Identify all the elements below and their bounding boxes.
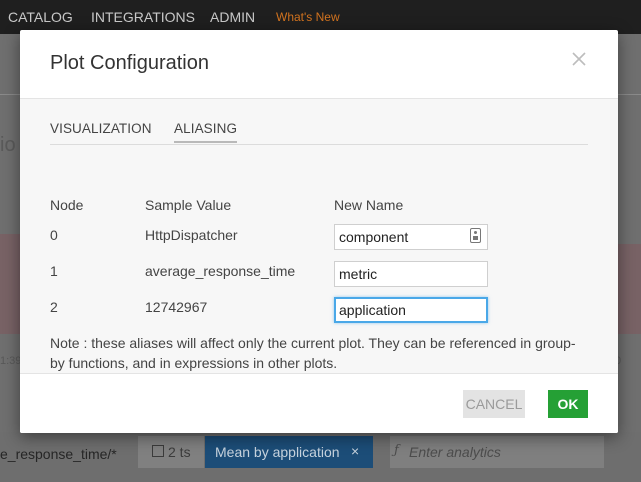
- aliasing-note: Note : these aliases will affect only th…: [50, 335, 576, 371]
- row-1-new-name-input[interactable]: [334, 261, 488, 287]
- tab-visualization[interactable]: VISUALIZATION: [50, 121, 152, 136]
- background-axis-label-left: 1:39: [0, 355, 22, 367]
- column-header-sample-value: Sample Value: [145, 197, 232, 213]
- plot-configuration-dialog: Plot Configuration VISUALIZATION ALIASIN…: [20, 30, 618, 433]
- analytics-input[interactable]: ƒ Enter analytics: [390, 436, 604, 468]
- query-bar: e_response_time/* 2 ts Mean by applicati…: [0, 432, 641, 482]
- analytics-placeholder: Enter analytics: [409, 444, 501, 460]
- timeseries-count-chip[interactable]: 2 ts: [138, 436, 204, 468]
- nav-admin[interactable]: ADMIN: [210, 0, 255, 34]
- row-2-node: 2: [50, 299, 58, 315]
- dialog-footer: CANCEL OK: [20, 373, 618, 433]
- timeseries-count: 2 ts: [168, 444, 191, 460]
- dialog-body: VISUALIZATION ALIASING Node Sample Value…: [20, 99, 618, 373]
- column-header-node: Node: [50, 197, 84, 213]
- close-icon[interactable]: [570, 50, 588, 68]
- background-chart-area-right: [615, 244, 641, 334]
- nav-whats-new[interactable]: What's New: [276, 0, 340, 34]
- dialog-header: Plot Configuration: [20, 30, 618, 99]
- row-1-sample-value: average_response_time: [145, 263, 296, 279]
- dialog-title: Plot Configuration: [50, 52, 209, 74]
- function-icon: ƒ: [394, 443, 399, 458]
- close-icon[interactable]: ×: [351, 443, 359, 459]
- nav-integrations[interactable]: INTEGRATIONS: [91, 0, 195, 34]
- row-0-node: 0: [50, 227, 58, 243]
- top-navigation-bar: CATALOG INTEGRATIONS ADMIN What's New: [0, 0, 641, 34]
- tab-aliasing[interactable]: ALIASING: [174, 121, 238, 143]
- row-2-new-name-input[interactable]: [334, 297, 488, 323]
- row-2-sample-value: 12742967: [145, 299, 208, 315]
- column-header-new-name: New Name: [334, 197, 404, 213]
- row-0-new-name-input[interactable]: [334, 224, 488, 250]
- nav-catalog[interactable]: CATALOG: [8, 0, 73, 34]
- analytics-chip-mean[interactable]: Mean by application ×: [205, 436, 373, 468]
- row-1-node: 1: [50, 263, 58, 279]
- background-chart-area-left: [0, 234, 20, 334]
- cancel-button[interactable]: CANCEL: [463, 390, 525, 418]
- contact-card-icon: [470, 228, 481, 243]
- list-icon: [152, 445, 164, 457]
- dialog-tabs: VISUALIZATION ALIASING: [50, 119, 588, 145]
- ok-button[interactable]: OK: [548, 390, 588, 418]
- background-partial-title: io: [0, 134, 16, 156]
- row-0-sample-value: HttpDispatcher: [145, 227, 238, 243]
- metric-query-text[interactable]: e_response_time/*: [0, 446, 117, 462]
- analytics-chip-label: Mean by application: [215, 444, 340, 460]
